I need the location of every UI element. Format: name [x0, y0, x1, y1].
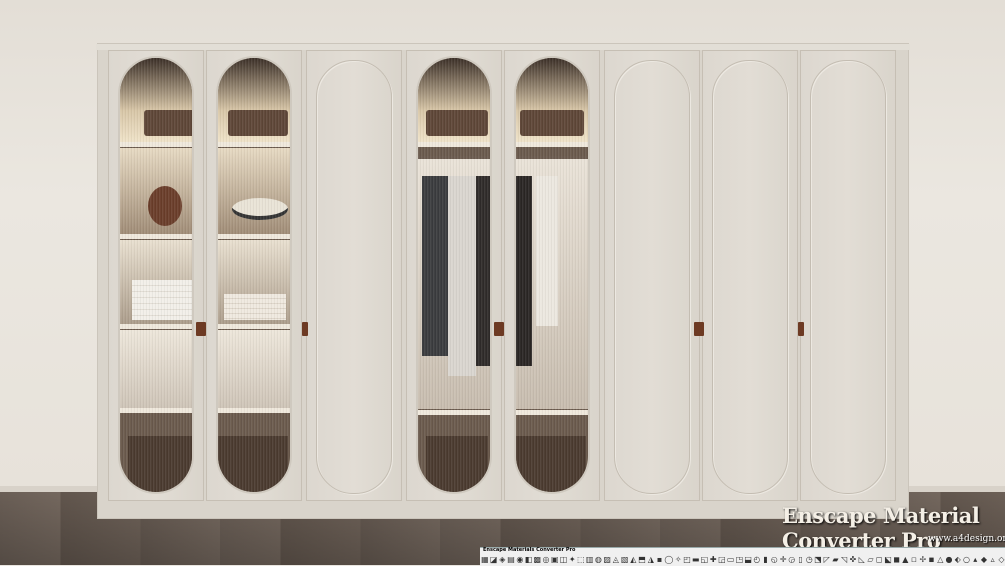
toolbar-tool-icon[interactable]: ◰: [683, 555, 691, 564]
toolbar-tool-icon[interactable]: ●: [945, 555, 953, 564]
toolbar-tool-icon[interactable]: ◹: [840, 555, 848, 564]
toolbar-tool-icon[interactable]: ◭: [629, 555, 637, 564]
watermark-title: Enscape Material Converter Pro: [782, 503, 980, 553]
toolbar-tool-icon[interactable]: ✢: [919, 555, 927, 564]
toolbar-tool-icon[interactable]: ◎: [542, 555, 550, 564]
wardrobe-door-6: [604, 50, 700, 501]
toolbar-tool-icon[interactable]: ◯: [664, 555, 673, 564]
wardrobe-door-8: [798, 50, 896, 501]
toolbar-tool-icon[interactable]: ◧: [525, 555, 533, 564]
toolbar-tool-icon[interactable]: ✜: [849, 555, 857, 564]
toolbar-tool-icon[interactable]: ▨: [603, 555, 611, 564]
toolbar-tool-icon[interactable]: ✚: [709, 555, 717, 564]
toolbar-tool-icon[interactable]: ⬒: [638, 555, 646, 564]
fluted-glass-panel: [516, 58, 588, 492]
toolbar-tool-icon[interactable]: ▬: [692, 555, 700, 564]
wardrobe-door-3: [302, 50, 402, 501]
toolbar-tool-icon[interactable]: ◼: [893, 555, 901, 564]
toolbar-tool-icon[interactable]: ◇: [998, 555, 1005, 564]
toolbar-tool-icon[interactable]: ◻: [875, 555, 883, 564]
door-handle[interactable]: [798, 322, 804, 336]
toolbar-tool-icon[interactable]: ◵: [770, 555, 778, 564]
door-handle[interactable]: [698, 322, 704, 336]
arched-panel-moulding: [712, 60, 788, 494]
toolbar-tool-icon[interactable]: ▪: [656, 555, 664, 564]
toolbar-tool-icon[interactable]: ▲: [901, 555, 909, 564]
toolbar-tool-icon[interactable]: ▩: [533, 555, 541, 564]
toolbar-tool-icon[interactable]: ◍: [595, 555, 603, 564]
toolbar-tool-icon[interactable]: ⬕: [884, 555, 892, 564]
toolbar-tool-icon[interactable]: ◬: [612, 555, 620, 564]
toolbar-tool-icon[interactable]: ▴: [971, 555, 979, 564]
toolbar-tool-icon[interactable]: ◶: [788, 555, 796, 564]
wardrobe-door-1: [108, 50, 204, 501]
toolbar-tool-icon[interactable]: ✛: [779, 555, 787, 564]
toolbar-tool-icon[interactable]: ◆: [980, 555, 988, 564]
toolbar-tool-icon[interactable]: △: [936, 555, 944, 564]
toolbar-tool-icon[interactable]: ✧: [674, 555, 682, 564]
toolbar-tool-icon[interactable]: ◲: [718, 555, 726, 564]
watermark-url: www.a4design.org: [928, 534, 1005, 544]
toolbar-tool-icon[interactable]: ▵: [989, 555, 997, 564]
toolbar-tool-icon[interactable]: ⬚: [577, 555, 585, 564]
wardrobe-door-2: [200, 50, 302, 501]
toolbar-tool-icon[interactable]: ▧: [621, 555, 629, 564]
rendered-scene: [0, 0, 1005, 565]
fluted-glass-panel: [120, 58, 192, 492]
wardrobe-door-4: [406, 50, 502, 501]
toolbar-tool-icon[interactable]: ▣: [551, 555, 559, 564]
toolbar-tool-icon[interactable]: ◸: [823, 555, 831, 564]
toolbar-title: Enscape Materials Converter Pro: [483, 547, 576, 553]
door-handle[interactable]: [302, 322, 308, 336]
arched-panel-moulding: [810, 60, 886, 494]
toolbar-tool-icon[interactable]: ▥: [586, 555, 594, 564]
toolbar-tool-icon[interactable]: ◽: [910, 555, 918, 564]
arched-panel-moulding: [614, 60, 690, 494]
toolbar-tool-icon[interactable]: ◱: [701, 555, 709, 564]
toolbar-tool-icon[interactable]: ✦: [568, 555, 576, 564]
door-handle[interactable]: [200, 322, 206, 336]
arched-panel-moulding: [316, 60, 392, 494]
toolbar-tool-icon[interactable]: ⬓: [744, 555, 752, 564]
wardrobe-door-7: [698, 50, 798, 501]
toolbar-tool-icon[interactable]: ○: [963, 555, 971, 564]
wardrobe-door-5: [498, 50, 600, 501]
toolbar-tool-icon[interactable]: ◴: [753, 555, 761, 564]
toolbar-tool-icon[interactable]: ◮: [647, 555, 655, 564]
toolbar-tool-icon[interactable]: ◫: [560, 555, 568, 564]
toolbar-tool-icon[interactable]: ◳: [736, 555, 744, 564]
fluted-glass-panel: [218, 58, 290, 492]
toolbar-tool-icon[interactable]: ◾: [928, 555, 936, 564]
toolbar-tool-icon[interactable]: ▤: [507, 555, 515, 564]
door-handle[interactable]: [498, 322, 504, 336]
toolbar-tool-icon[interactable]: ▯: [797, 555, 805, 564]
toolbar-tool-icon[interactable]: ▭: [727, 555, 735, 564]
toolbar-icon-strip: ▦ ◪ ◈ ▤ ◉ ◧ ▩ ◎ ▣ ◫ ✦ ⬚ ▥ ◍ ▨ ◬ ▧ ◭ ⬒ ◮ ▪ ◯ ✧ ◰ ▬ ◱ ✚ ◲ ▭ ◳ ⬓ ◴ ▮ ◵ ✛ ◶ ▯ ◷ ⬔ ◸…: [481, 555, 1005, 565]
toolbar-tool-icon[interactable]: ◪: [490, 555, 498, 564]
fluted-glass-panel: [418, 58, 490, 492]
toolbar-tool-icon[interactable]: ⬔: [814, 555, 822, 564]
toolbar-tool-icon[interactable]: ◈: [498, 555, 506, 564]
toolbar-tool-icon[interactable]: ◉: [516, 555, 524, 564]
toolbar-tool-icon[interactable]: ▱: [867, 555, 875, 564]
toolbar-tool-icon[interactable]: ▰: [832, 555, 840, 564]
toolbar-tool-icon[interactable]: ▮: [762, 555, 770, 564]
toolbar-tool-icon[interactable]: ◷: [805, 555, 813, 564]
toolbar-tool-icon[interactable]: ▦: [481, 555, 489, 564]
toolbar-tool-icon[interactable]: ◺: [858, 555, 866, 564]
toolbar-tool-icon[interactable]: ⬖: [954, 555, 962, 564]
